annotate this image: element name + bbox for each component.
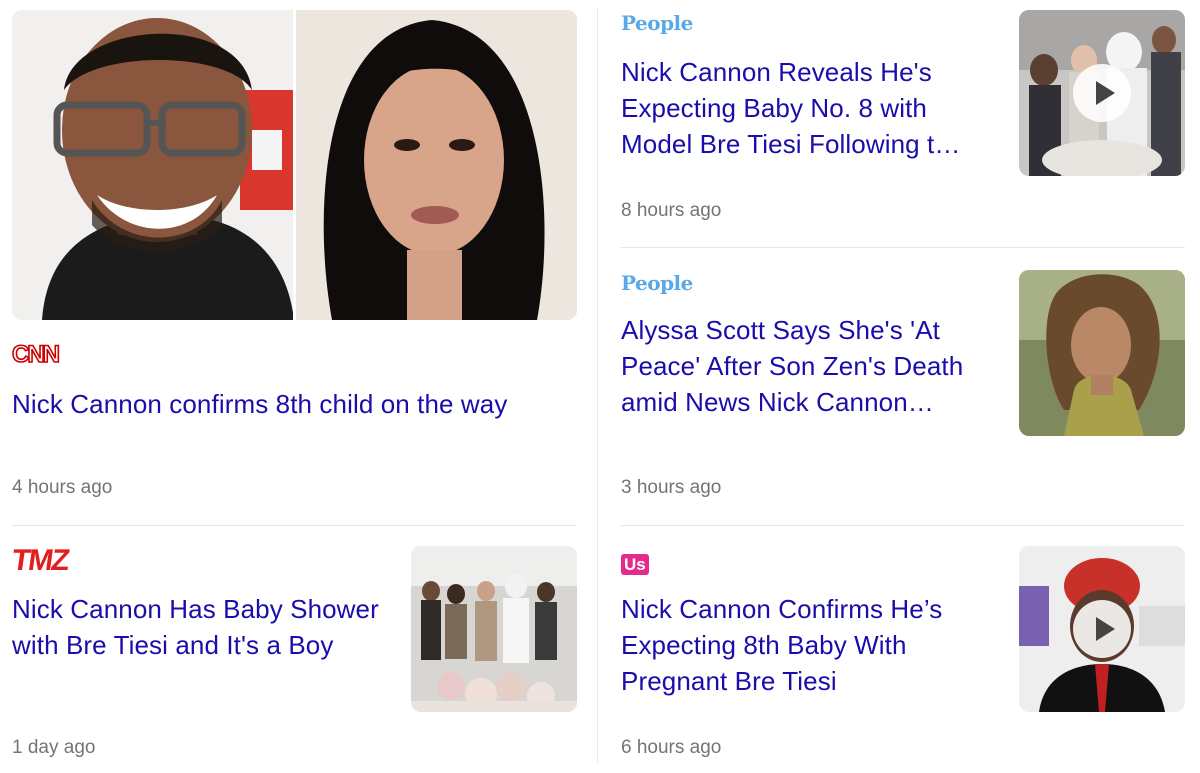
row-divider (621, 525, 1185, 526)
article-timestamp: 4 hours ago (12, 477, 113, 498)
article-thumbnail (1019, 546, 1185, 712)
source-logo-us: Us (621, 554, 649, 575)
article-headline[interactable]: Nick Cannon Confirms He’s Expecting 8th … (621, 591, 1001, 699)
article-timestamp: 8 hours ago (621, 200, 722, 221)
source-logo-people: People (621, 11, 693, 35)
source-logo-people: People (621, 271, 693, 295)
news-card-tmz[interactable]: TMZ Nick Cannon Has Baby Shower with Bre… (9, 544, 577, 766)
article-headline[interactable]: Nick Cannon Reveals He's Expecting Baby … (621, 54, 1001, 162)
row-divider (621, 247, 1185, 248)
article-thumbnail (1019, 270, 1185, 436)
source-logo-cnn: CNN (11, 341, 61, 368)
article-timestamp: 1 day ago (12, 737, 96, 758)
article-thumbnail (1019, 10, 1185, 176)
play-icon[interactable] (1073, 64, 1131, 122)
news-card-people-1[interactable]: People Nick Cannon Reveals He's Expectin… (621, 10, 1185, 240)
article-headline[interactable]: Alyssa Scott Says She's 'At Peace' After… (621, 312, 1006, 420)
news-card-people-2[interactable]: People Alyssa Scott Says She's 'At Peace… (621, 268, 1185, 518)
play-icon[interactable] (1073, 600, 1131, 658)
article-thumbnail (12, 10, 577, 320)
article-headline[interactable]: Nick Cannon Has Baby Shower with Bre Tie… (12, 591, 397, 663)
news-card-us[interactable]: Us Nick Cannon Confirms He’s Expecting 8… (621, 546, 1185, 766)
row-divider (12, 525, 577, 526)
article-timestamp: 3 hours ago (621, 477, 722, 498)
article-thumbnail (411, 546, 577, 712)
source-logo-tmz: TMZ (9, 544, 71, 577)
column-divider (597, 8, 598, 763)
article-headline[interactable]: Nick Cannon confirms 8th child on the wa… (12, 386, 577, 422)
article-timestamp: 6 hours ago (621, 737, 722, 758)
news-card-cnn[interactable]: CNN Nick Cannon confirms 8th child on th… (11, 10, 577, 520)
